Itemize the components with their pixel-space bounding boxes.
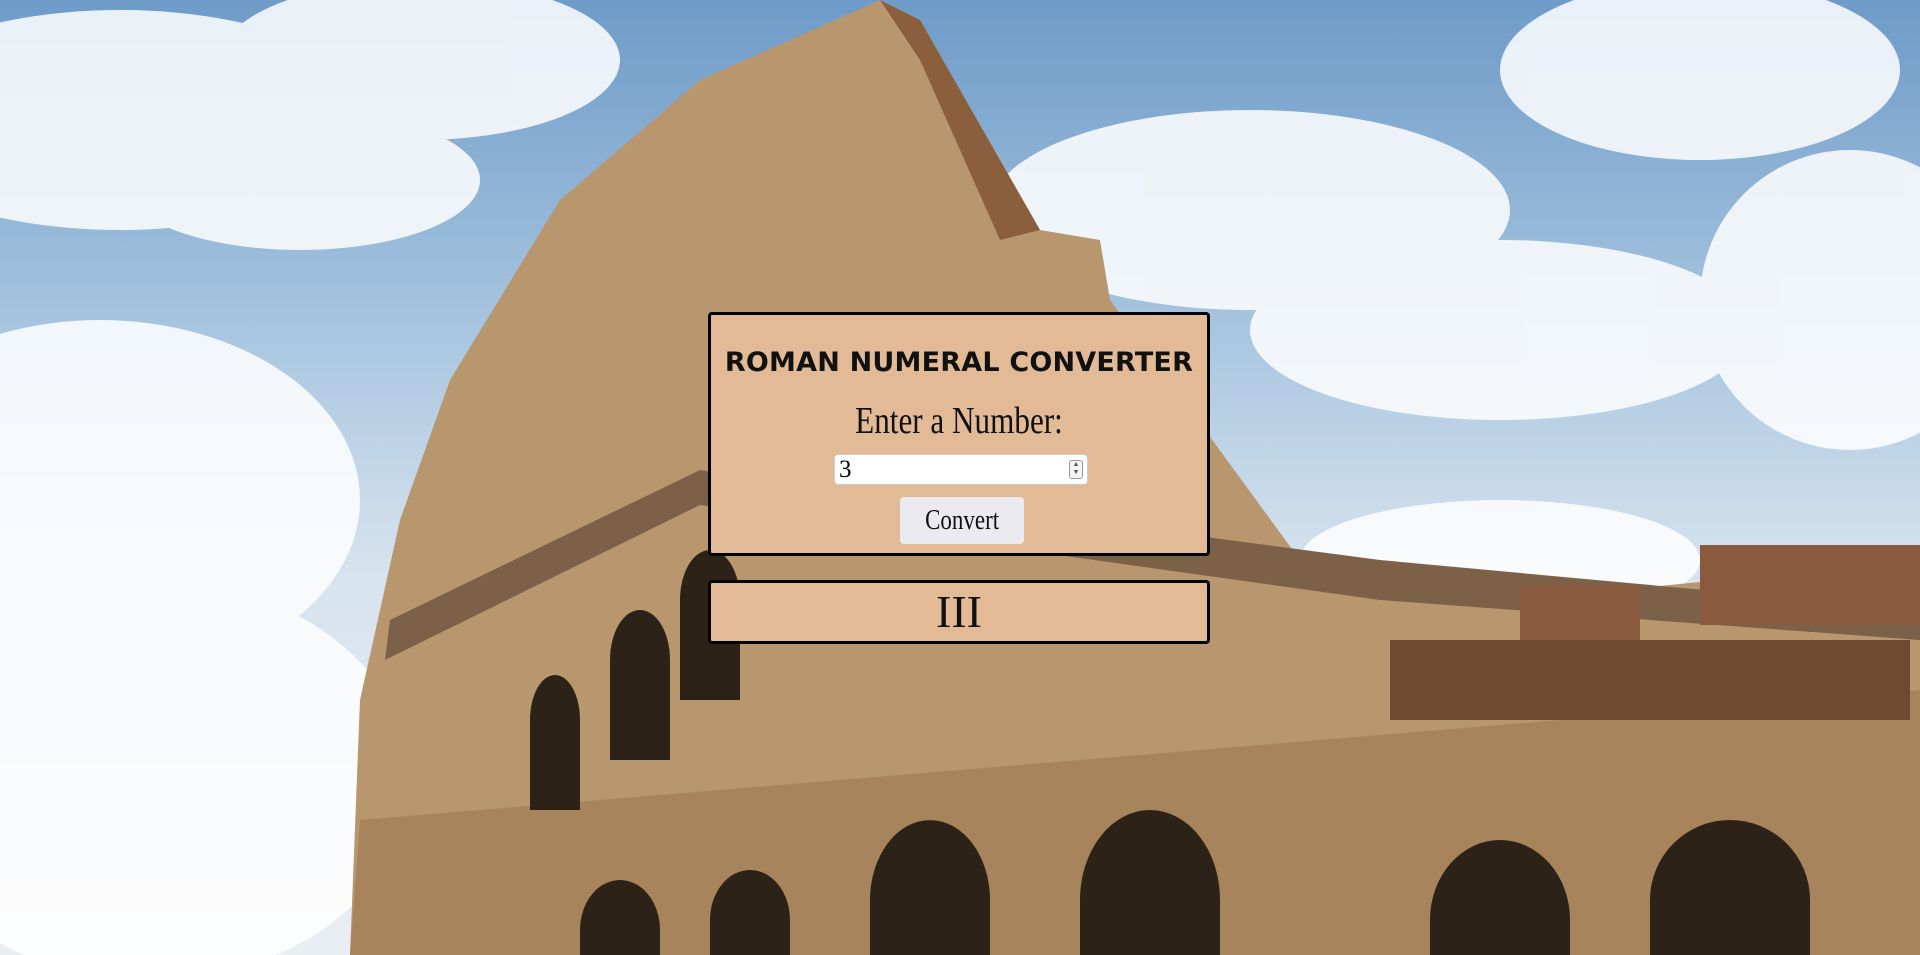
number-input-wrapper: ▲▼ xyxy=(834,454,1088,485)
number-input[interactable] xyxy=(837,455,1051,484)
convert-button[interactable]: Convert xyxy=(900,497,1024,544)
spinner-arrows-icon[interactable]: ▲ ▼ xyxy=(1069,460,1083,479)
page-title: ROMAN NUMERAL CONVERTER xyxy=(724,347,1194,378)
result-output: III xyxy=(708,580,1210,644)
number-input-label: Enter a Number: xyxy=(855,400,1063,442)
converter-panel: ROMAN NUMERAL CONVERTER Enter a Number: … xyxy=(708,312,1210,556)
convert-button-label: Convert xyxy=(925,504,999,536)
